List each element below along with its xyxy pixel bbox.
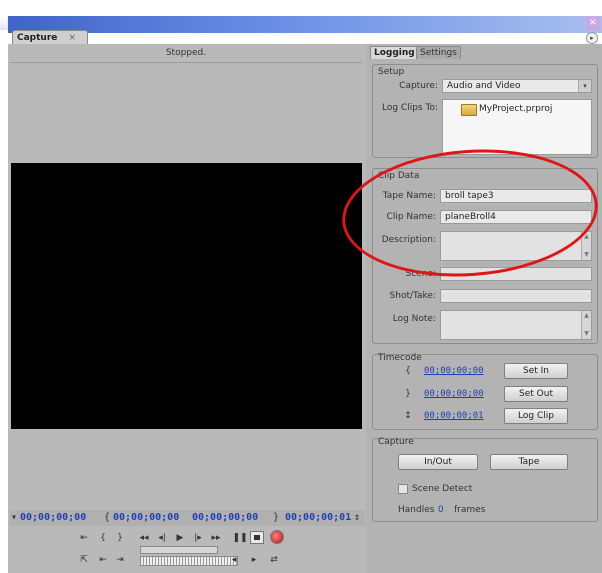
tape-button[interactable]: Tape xyxy=(490,454,568,470)
video-preview xyxy=(11,163,362,429)
set-in-button[interactable]: Set In xyxy=(504,363,568,379)
timecode-marker-icon: ▾ xyxy=(11,512,18,523)
timecode-bar: ▾ 00;00;00;00 { 00;00;00;00 00;00;00;00 … xyxy=(10,510,365,526)
tab-capture-label: Capture xyxy=(17,33,58,43)
duration-timecode[interactable]: 00;00;00;01 xyxy=(285,510,351,526)
mark-in-icon[interactable]: { xyxy=(95,532,111,544)
chevron-down-icon[interactable]: ▾ xyxy=(578,80,591,92)
shot-take-label: Shot/Take: xyxy=(389,291,436,301)
set-out-button[interactable]: Set Out xyxy=(504,386,568,402)
stop-button[interactable] xyxy=(250,531,264,544)
status-divider xyxy=(10,62,362,63)
log-note-label: Log Note: xyxy=(392,314,436,324)
window-close-button[interactable]: × xyxy=(586,16,600,30)
out-point-bracket-icon: } xyxy=(273,512,280,523)
in-point-timecode[interactable]: 00;00;00;00 xyxy=(113,510,179,526)
log-clips-to-value[interactable]: MyProject.prproj xyxy=(479,103,552,115)
stop-icon xyxy=(254,535,260,540)
jog-wheel[interactable] xyxy=(140,556,238,566)
title-bar: × xyxy=(8,16,602,33)
tab-close-icon[interactable]: × xyxy=(69,33,77,43)
record-button[interactable] xyxy=(270,530,284,544)
rewind-small-icon[interactable]: ◂ xyxy=(226,554,242,566)
tab-capture[interactable]: Capture × xyxy=(12,30,88,44)
shuttle-slider[interactable] xyxy=(140,546,218,554)
scene-search-icon[interactable]: ⇄ xyxy=(266,554,282,566)
out-point-timecode[interactable]: 00;00;00;00 xyxy=(192,510,258,526)
tab-settings[interactable]: Settings xyxy=(416,46,461,59)
folder-icon xyxy=(461,104,477,116)
set-in-icon[interactable]: ⇤ xyxy=(76,532,92,544)
in-out-button[interactable]: In/Out xyxy=(398,454,478,470)
go-to-end-icon[interactable]: ⇥ xyxy=(112,554,128,566)
step-back-icon[interactable]: ◂| xyxy=(154,532,170,544)
duration-icon: ↕ xyxy=(404,411,412,421)
log-clips-to-list[interactable]: MyProject.prproj xyxy=(442,99,592,155)
out-point-icon: } xyxy=(405,389,411,399)
duration-timecode-value[interactable]: 00;00;00;01 xyxy=(424,410,484,422)
setup-group-label: Setup xyxy=(378,67,405,77)
current-timecode[interactable]: 00;00;00;00 xyxy=(20,510,86,526)
timecode-group-label: Timecode xyxy=(378,353,422,363)
mark-out-icon[interactable]: } xyxy=(112,532,128,544)
capture-select-value: Audio and Video xyxy=(447,81,521,91)
log-clip-button[interactable]: Log Clip xyxy=(504,408,568,424)
go-to-out-icon[interactable]: ⇤ xyxy=(95,554,111,566)
in-timecode-value[interactable]: 00;00;00;00 xyxy=(424,365,484,377)
capture-status: Stopped. xyxy=(165,48,207,58)
rewind-icon[interactable]: ◂◂ xyxy=(136,532,152,544)
scroll-up-icon[interactable]: ▲ xyxy=(582,312,591,320)
scene-detect-label: Scene Detect xyxy=(412,484,473,494)
out-timecode-value[interactable]: 00;00;00;00 xyxy=(424,388,484,400)
scroll-down-icon[interactable]: ▼ xyxy=(582,330,591,338)
fast-forward-icon[interactable]: ▸▸ xyxy=(208,532,224,544)
log-clips-to-label: Log Clips To: xyxy=(382,103,438,113)
scene-detect-checkbox[interactable] xyxy=(398,484,408,494)
log-note-field[interactable]: ▲ ▼ xyxy=(440,310,592,340)
frames-label: frames xyxy=(454,505,486,515)
scroll-down-icon[interactable]: ▼ xyxy=(582,251,591,259)
in-point-icon: { xyxy=(405,366,411,376)
tab-logging[interactable]: Logging xyxy=(370,46,419,59)
capture-select[interactable]: Audio and Video ▾ xyxy=(442,79,592,93)
log-note-scrollbar[interactable]: ▲ ▼ xyxy=(581,311,591,339)
panel-menu-icon[interactable]: ▸ xyxy=(586,32,598,44)
capture-label: Capture: xyxy=(399,81,438,91)
duration-icon: ↕ xyxy=(354,512,361,523)
capture-group-label: Capture xyxy=(378,437,414,447)
handles-label: Handles xyxy=(398,505,435,515)
step-forward-icon[interactable]: |▸ xyxy=(190,532,206,544)
handles-value[interactable]: 0 xyxy=(438,504,444,516)
in-point-bracket-icon: { xyxy=(104,512,111,523)
play-icon[interactable]: ▶ xyxy=(172,532,188,544)
pause-icon[interactable]: ❚❚ xyxy=(232,532,248,544)
forward-small-icon[interactable]: ▸ xyxy=(246,554,262,566)
shot-take-field[interactable] xyxy=(440,289,592,303)
go-to-in-icon[interactable]: ⇱ xyxy=(76,554,92,566)
